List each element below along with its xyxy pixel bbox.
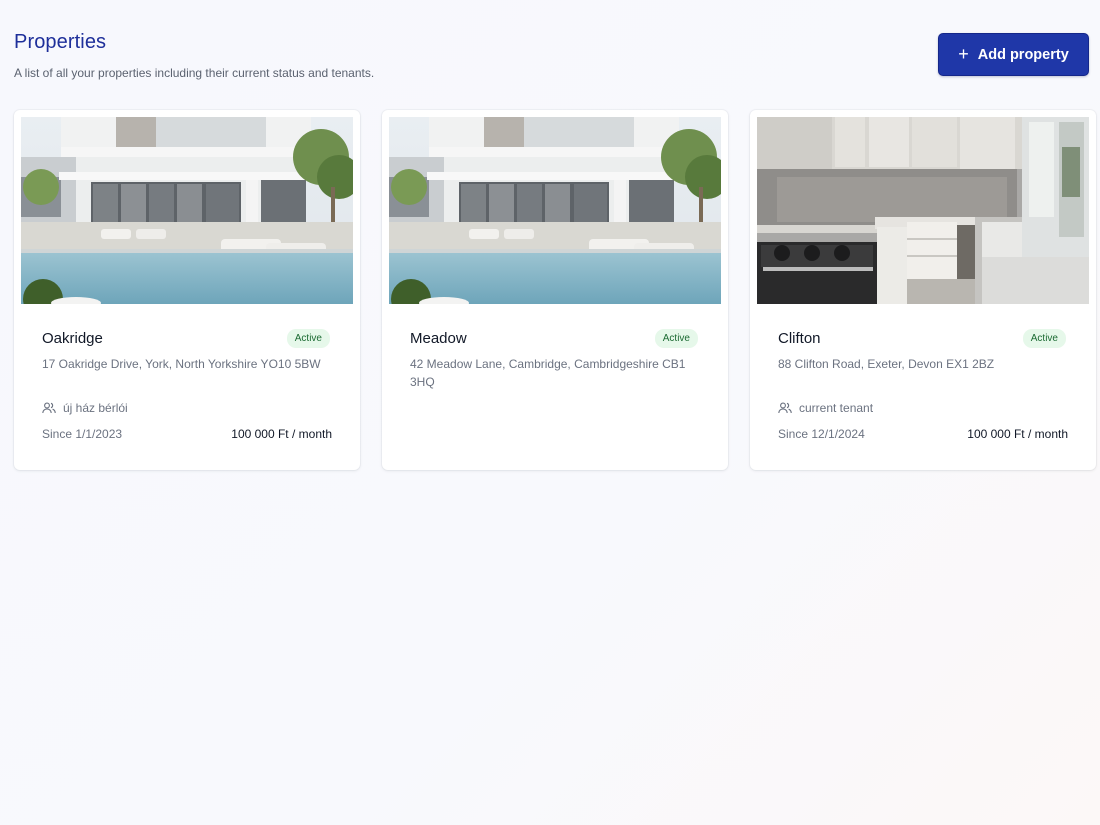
property-address: 88 Clifton Road, Exeter, Devon EX1 2BZ <box>778 357 995 371</box>
page-header: Properties A list of all your properties… <box>14 30 1089 90</box>
page-subtitle: A list of all your properties including … <box>14 66 375 80</box>
rent-price: 100 000 Ft / month <box>967 427 1068 441</box>
property-card[interactable]: Meadow Active 42 Meadow Lane, Cambridge,… <box>382 110 728 470</box>
tenant-row: current tenant <box>778 401 873 415</box>
tenant-name: új ház bérlói <box>63 401 128 415</box>
tenant-name: current tenant <box>799 401 874 415</box>
property-name: Oakridge <box>42 330 103 347</box>
page-title: Properties <box>14 31 107 53</box>
property-card[interactable]: Oakridge Active 17 Oakridge Drive, York,… <box>14 110 360 470</box>
tenancy-since: Since 12/1/2024 <box>778 427 865 441</box>
tenancy-since: Since 1/1/2023 <box>42 427 123 441</box>
property-image-villa <box>21 117 353 304</box>
property-address: 42 Meadow Lane, Cambridge, Cambridgeshir… <box>410 357 686 389</box>
property-address: 17 Oakridge Drive, York, North Yorkshire… <box>42 357 321 371</box>
property-name: Clifton <box>778 330 821 347</box>
property-image-kitchen <box>757 117 1089 304</box>
add-property-button[interactable]: + Add property <box>938 33 1089 76</box>
plus-icon: + <box>958 43 969 64</box>
property-image-villa <box>389 117 721 304</box>
status-badge: Active <box>286 329 330 348</box>
users-icon <box>42 402 56 414</box>
tenant-row: új ház bérlói <box>42 401 128 415</box>
property-grid: Oakridge Active 17 Oakridge Drive, York,… <box>14 110 1096 470</box>
property-name: Meadow <box>410 330 467 347</box>
add-property-label: Add property <box>977 46 1069 63</box>
status-badge: Active <box>1022 329 1066 348</box>
rent-price: 100 000 Ft / month <box>231 427 332 441</box>
status-badge: Active <box>654 329 698 348</box>
users-icon <box>778 402 792 414</box>
property-card[interactable]: Clifton Active 88 Clifton Road, Exeter, … <box>750 110 1096 470</box>
